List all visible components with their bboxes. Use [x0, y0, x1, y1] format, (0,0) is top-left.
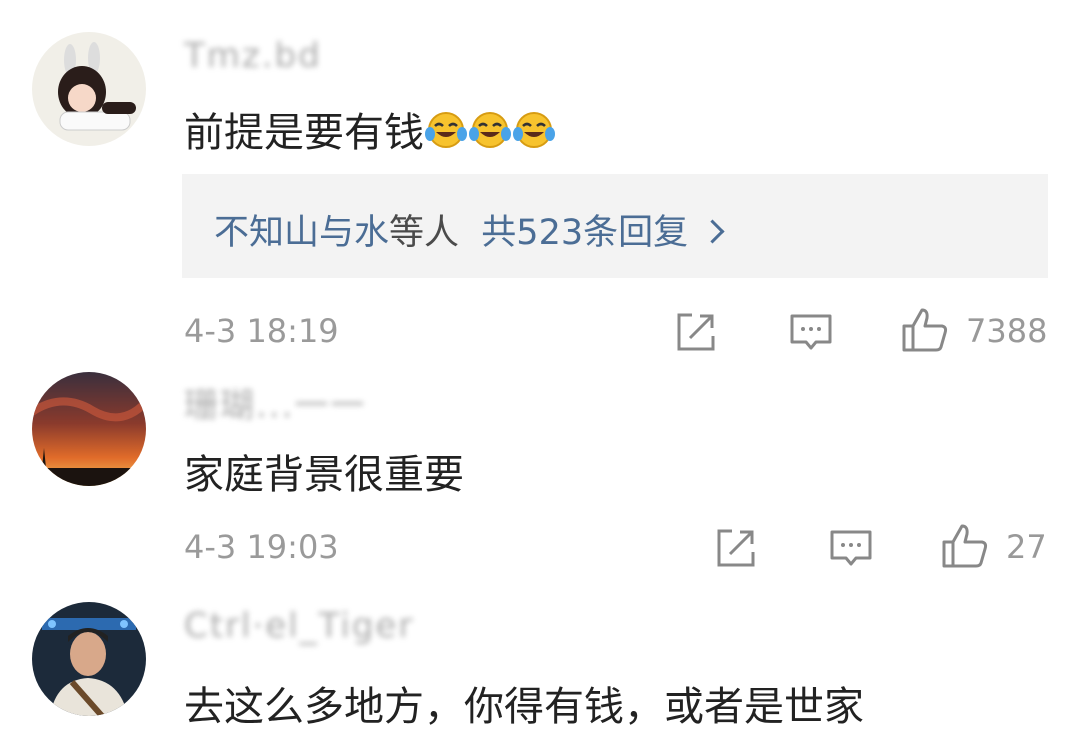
comment-icon[interactable] [788, 310, 834, 358]
username[interactable]: Tmz.bd [184, 36, 384, 80]
reply-count[interactable]: 共523条回复 [481, 213, 688, 253]
username[interactable]: Ctrl·el_Tiger [184, 606, 412, 650]
comment-text: 去这么多地方，你得有钱，或者是世家 [184, 684, 864, 730]
comment-time: 4-3 18:19 [184, 312, 339, 350]
comment-icon[interactable] [828, 526, 874, 574]
avatar[interactable] [32, 602, 146, 716]
chevron-right-icon [700, 219, 725, 244]
comment-2: 珊瑚...一一 家庭背景很重要 4-3 19:03 27 [0, 370, 1080, 590]
reply-users[interactable]: 不知山与水 [214, 213, 389, 253]
like-count: 7388 [966, 312, 1048, 350]
crying-laughing-emoji-icon [512, 110, 556, 160]
thumbs-up-icon[interactable] [940, 522, 990, 574]
like-count: 27 [1006, 528, 1047, 566]
comment-text-content: 前提是要有钱 [184, 110, 424, 156]
avatar[interactable] [32, 32, 146, 146]
share-icon[interactable] [674, 310, 718, 358]
comment-3: Ctrl·el_Tiger 去这么多地方，你得有钱，或者是世家 [0, 590, 1080, 747]
comment-text: 家庭背景很重要 [184, 452, 464, 498]
comment-text: 前提是要有钱 [184, 100, 556, 160]
comment-time: 4-3 19:03 [184, 528, 339, 566]
share-icon[interactable] [714, 526, 758, 574]
crying-laughing-emoji-icon [424, 110, 468, 160]
thumbs-up-icon[interactable] [900, 306, 950, 358]
comment-1: Tmz.bd 前提是要有钱 不知山与水等人 共523条回复 4-3 18:19 … [0, 0, 1080, 370]
reply-summary-text[interactable]: 不知山与水等人 共523条回复 [214, 204, 725, 255]
reply-summary[interactable]: 不知山与水等人 共523条回复 [182, 174, 1048, 278]
reply-mid: 等人 [389, 213, 460, 253]
avatar[interactable] [32, 372, 146, 486]
crying-laughing-emoji-icon [468, 110, 512, 160]
username[interactable]: 珊瑚...一一 [184, 378, 384, 426]
